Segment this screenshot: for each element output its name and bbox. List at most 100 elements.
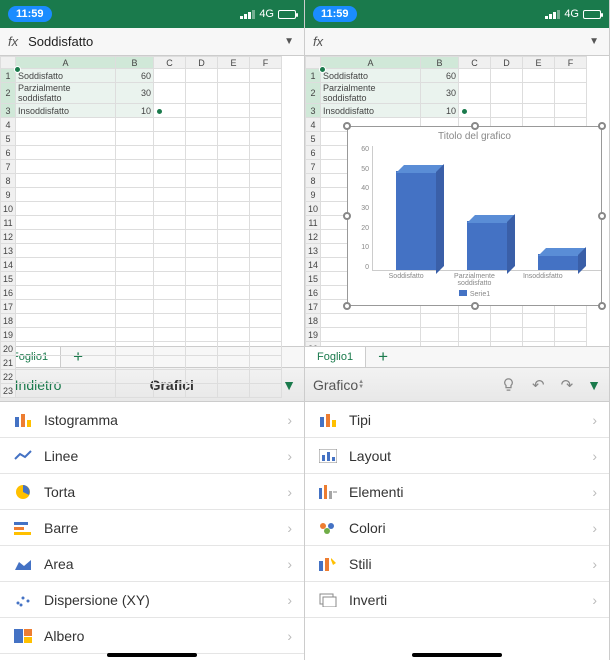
cell-B4[interactable] xyxy=(116,118,154,132)
cell-E3[interactable] xyxy=(523,104,555,118)
cell-C19[interactable] xyxy=(459,328,491,342)
cell-E23[interactable] xyxy=(218,384,250,398)
cell-E9[interactable] xyxy=(218,188,250,202)
cell-F23[interactable] xyxy=(250,384,282,398)
formula-expand-icon[interactable]: ▼ xyxy=(274,36,304,47)
cell-F8[interactable] xyxy=(250,174,282,188)
cell-B13[interactable] xyxy=(116,244,154,258)
cell-B23[interactable] xyxy=(116,384,154,398)
cell-A3[interactable]: Insoddisfatto xyxy=(16,104,116,118)
cell-E11[interactable] xyxy=(218,216,250,230)
menu-item-pie[interactable]: Torta › xyxy=(0,474,304,510)
cell-B10[interactable] xyxy=(116,202,154,216)
cell-D17[interactable] xyxy=(186,300,218,314)
menu-item-histogram[interactable]: Tipi › xyxy=(305,402,609,438)
cell-B3[interactable]: 10 xyxy=(116,104,154,118)
cell-C12[interactable] xyxy=(154,230,186,244)
cell-F19[interactable] xyxy=(555,328,587,342)
menu-item-bar[interactable]: Barre › xyxy=(0,510,304,546)
undo-icon[interactable]: ↶ xyxy=(524,376,553,394)
cell-A11[interactable] xyxy=(16,216,116,230)
cell-B21[interactable] xyxy=(116,356,154,370)
cell-A10[interactable] xyxy=(16,202,116,216)
cell-A13[interactable] xyxy=(16,244,116,258)
cell-C10[interactable] xyxy=(154,202,186,216)
menu-item-invert[interactable]: Inverti › xyxy=(305,582,609,618)
cell-A7[interactable] xyxy=(16,160,116,174)
cell-B8[interactable] xyxy=(116,174,154,188)
cell-A14[interactable] xyxy=(16,258,116,272)
cell-A5[interactable] xyxy=(16,132,116,146)
cell-C11[interactable] xyxy=(154,216,186,230)
cell-D13[interactable] xyxy=(186,244,218,258)
cell-B22[interactable] xyxy=(116,370,154,384)
cell-C1[interactable] xyxy=(459,69,491,83)
cell-C2[interactable] xyxy=(154,83,186,104)
cell-E21[interactable] xyxy=(218,356,250,370)
cell-B3[interactable]: 10 xyxy=(421,104,459,118)
cell-A1[interactable]: Soddisfatto xyxy=(16,69,116,83)
cell-F2[interactable] xyxy=(250,83,282,104)
cell-A19[interactable] xyxy=(321,328,421,342)
cell-D1[interactable] xyxy=(186,69,218,83)
cell-F7[interactable] xyxy=(250,160,282,174)
cell-B14[interactable] xyxy=(116,258,154,272)
cell-A18[interactable] xyxy=(16,314,116,328)
cell-B12[interactable] xyxy=(116,230,154,244)
cell-D19[interactable] xyxy=(186,328,218,342)
cell-B2[interactable]: 30 xyxy=(116,83,154,104)
cell-F5[interactable] xyxy=(250,132,282,146)
home-indicator[interactable] xyxy=(412,653,502,657)
cell-B9[interactable] xyxy=(116,188,154,202)
cell-B5[interactable] xyxy=(116,132,154,146)
cell-D19[interactable] xyxy=(491,328,523,342)
menu-item-histogram[interactable]: Istogramma › xyxy=(0,402,304,438)
redo-icon[interactable]: ↷ xyxy=(553,376,582,394)
cell-B2[interactable]: 30 xyxy=(421,83,459,104)
cell-E18[interactable] xyxy=(218,314,250,328)
cell-C15[interactable] xyxy=(154,272,186,286)
cell-C6[interactable] xyxy=(154,146,186,160)
cell-F19[interactable] xyxy=(250,328,282,342)
panel-collapse-icon[interactable]: ▼ xyxy=(282,377,296,393)
formula-input[interactable]: Soddisfatto xyxy=(26,34,274,49)
cell-F14[interactable] xyxy=(250,258,282,272)
menu-item-area[interactable]: Area › xyxy=(0,546,304,582)
cell-B1[interactable]: 60 xyxy=(421,69,459,83)
cell-F3[interactable] xyxy=(250,104,282,118)
cell-C18[interactable] xyxy=(459,314,491,328)
cell-F16[interactable] xyxy=(250,286,282,300)
cell-E7[interactable] xyxy=(218,160,250,174)
cell-C21[interactable] xyxy=(154,356,186,370)
menu-item-layout[interactable]: Layout › xyxy=(305,438,609,474)
cell-D7[interactable] xyxy=(186,160,218,174)
menu-item-elements[interactable]: Elementi › xyxy=(305,474,609,510)
cell-C16[interactable] xyxy=(154,286,186,300)
cell-E1[interactable] xyxy=(218,69,250,83)
cell-C23[interactable] xyxy=(154,384,186,398)
cell-F18[interactable] xyxy=(555,314,587,328)
cell-F12[interactable] xyxy=(250,230,282,244)
cell-B11[interactable] xyxy=(116,216,154,230)
cell-D23[interactable] xyxy=(186,384,218,398)
home-indicator[interactable] xyxy=(107,653,197,657)
cell-F13[interactable] xyxy=(250,244,282,258)
cell-E3[interactable] xyxy=(218,104,250,118)
cell-F10[interactable] xyxy=(250,202,282,216)
add-sheet-button[interactable]: + xyxy=(366,347,400,367)
cell-D8[interactable] xyxy=(186,174,218,188)
cell-E1[interactable] xyxy=(523,69,555,83)
cell-F22[interactable] xyxy=(250,370,282,384)
cell-A12[interactable] xyxy=(16,230,116,244)
cell-E20[interactable] xyxy=(523,342,555,347)
cell-A18[interactable] xyxy=(321,314,421,328)
menu-item-line[interactable]: Linee › xyxy=(0,438,304,474)
cell-B15[interactable] xyxy=(116,272,154,286)
cell-B19[interactable] xyxy=(421,328,459,342)
cell-C9[interactable] xyxy=(154,188,186,202)
cell-D20[interactable] xyxy=(186,342,218,356)
cell-D21[interactable] xyxy=(186,356,218,370)
cell-F1[interactable] xyxy=(250,69,282,83)
cell-A20[interactable] xyxy=(16,342,116,356)
cell-F21[interactable] xyxy=(250,356,282,370)
